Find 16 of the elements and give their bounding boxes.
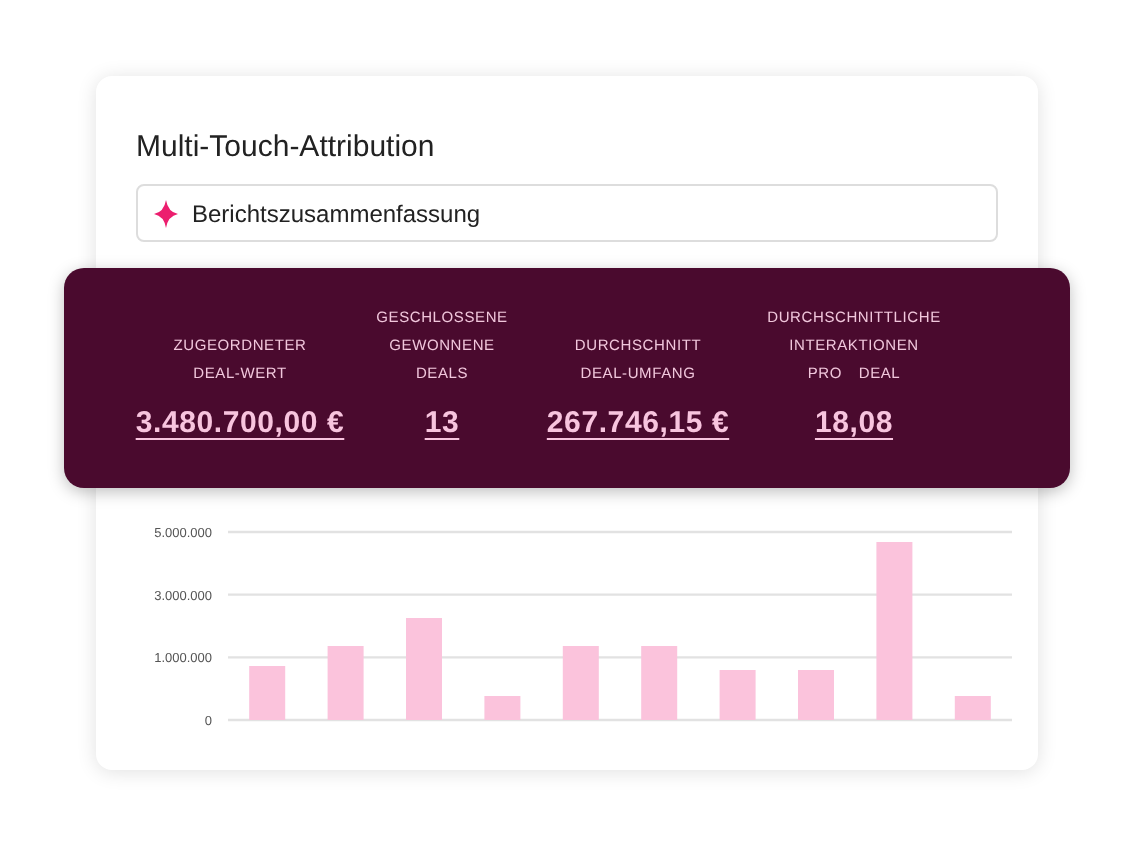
bar — [249, 666, 286, 720]
sparkle-icon — [154, 199, 178, 227]
bar — [719, 670, 756, 720]
bar — [641, 646, 678, 720]
bar — [562, 646, 599, 720]
metric-value[interactable]: 13 — [424, 406, 460, 440]
summary-field[interactable]: Berichtszusammenfassung — [136, 184, 998, 242]
report-title: Multi-Touch-Attribution — [136, 128, 435, 168]
metric-value[interactable]: 3.480.700,00 € — [135, 406, 345, 440]
bar — [484, 696, 521, 720]
bar — [954, 696, 991, 720]
metric-value[interactable]: 267.746,15 € — [546, 406, 730, 440]
bar — [798, 670, 834, 720]
bar — [406, 618, 442, 720]
metric-value[interactable]: 18,08 — [814, 406, 894, 440]
bar — [327, 646, 364, 720]
